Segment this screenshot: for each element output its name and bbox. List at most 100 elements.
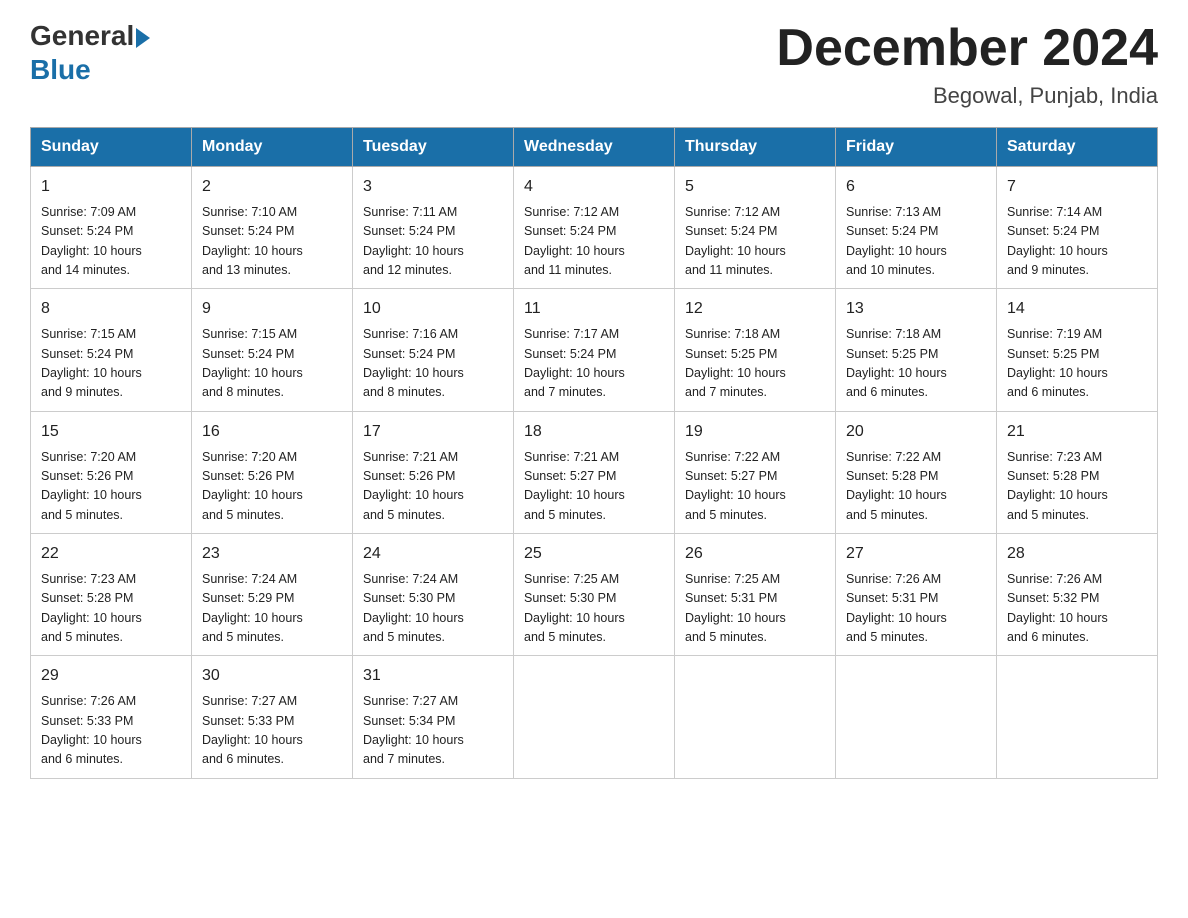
calendar-cell: 26 Sunrise: 7:25 AMSunset: 5:31 PMDayligh… <box>675 534 836 656</box>
calendar-cell: 29 Sunrise: 7:26 AMSunset: 5:33 PMDayligh… <box>31 656 192 778</box>
day-info: Sunrise: 7:17 AMSunset: 5:24 PMDaylight:… <box>524 325 664 403</box>
day-info: Sunrise: 7:24 AMSunset: 5:29 PMDaylight:… <box>202 570 342 648</box>
day-number: 6 <box>846 175 986 200</box>
calendar-cell: 7 Sunrise: 7:14 AMSunset: 5:24 PMDaylight… <box>997 167 1158 289</box>
calendar-week-row: 22 Sunrise: 7:23 AMSunset: 5:28 PMDayligh… <box>31 534 1158 656</box>
day-info: Sunrise: 7:26 AMSunset: 5:33 PMDaylight:… <box>41 692 181 770</box>
calendar-cell: 9 Sunrise: 7:15 AMSunset: 5:24 PMDaylight… <box>192 289 353 411</box>
logo: General Blue <box>30 20 152 86</box>
calendar-cell <box>836 656 997 778</box>
calendar-cell: 3Sunrise: 7:11 AMSunset: 5:24 PMDaylight… <box>353 167 514 289</box>
day-info: Sunrise: 7:23 AMSunset: 5:28 PMDaylight:… <box>41 570 181 648</box>
day-info: Sunrise: 7:09 AMSunset: 5:24 PMDaylight:… <box>41 203 181 281</box>
calendar-cell: 18 Sunrise: 7:21 AMSunset: 5:27 PMDayligh… <box>514 411 675 533</box>
day-number: 30 <box>202 664 342 689</box>
day-number: 3 <box>363 175 503 200</box>
weekday-header-friday: Friday <box>836 128 997 167</box>
calendar-cell: 20Sunrise: 7:22 AMSunset: 5:28 PMDayligh… <box>836 411 997 533</box>
day-info: Sunrise: 7:23 AMSunset: 5:28 PMDaylight:… <box>1007 448 1147 526</box>
weekday-header-sunday: Sunday <box>31 128 192 167</box>
day-number: 31 <box>363 664 503 689</box>
calendar-cell: 16Sunrise: 7:20 AMSunset: 5:26 PMDayligh… <box>192 411 353 533</box>
day-number: 25 <box>524 542 664 567</box>
day-number: 5 <box>685 175 825 200</box>
day-info: Sunrise: 7:15 AMSunset: 5:24 PMDaylight:… <box>41 325 181 403</box>
day-number: 27 <box>846 542 986 567</box>
weekday-header-wednesday: Wednesday <box>514 128 675 167</box>
calendar-week-row: 1Sunrise: 7:09 AMSunset: 5:24 PMDaylight… <box>31 167 1158 289</box>
day-info: Sunrise: 7:12 AMSunset: 5:24 PMDaylight:… <box>685 203 825 281</box>
title-area: December 2024 Begowal, Punjab, India <box>776 20 1158 109</box>
day-info: Sunrise: 7:13 AMSunset: 5:24 PMDaylight:… <box>846 203 986 281</box>
calendar-cell: 27 Sunrise: 7:26 AMSunset: 5:31 PMDayligh… <box>836 534 997 656</box>
calendar-cell: 6 Sunrise: 7:13 AMSunset: 5:24 PMDaylight… <box>836 167 997 289</box>
day-info: Sunrise: 7:18 AMSunset: 5:25 PMDaylight:… <box>685 325 825 403</box>
calendar-cell: 31 Sunrise: 7:27 AMSunset: 5:34 PMDayligh… <box>353 656 514 778</box>
day-number: 23 <box>202 542 342 567</box>
calendar-cell: 25 Sunrise: 7:25 AMSunset: 5:30 PMDayligh… <box>514 534 675 656</box>
day-number: 15 <box>41 420 181 445</box>
month-title: December 2024 <box>776 20 1158 77</box>
day-number: 7 <box>1007 175 1147 200</box>
day-info: Sunrise: 7:12 AMSunset: 5:24 PMDaylight:… <box>524 203 664 281</box>
day-info: Sunrise: 7:25 AMSunset: 5:31 PMDaylight:… <box>685 570 825 648</box>
day-info: Sunrise: 7:16 AMSunset: 5:24 PMDaylight:… <box>363 325 503 403</box>
calendar-cell <box>675 656 836 778</box>
day-number: 26 <box>685 542 825 567</box>
day-info: Sunrise: 7:22 AMSunset: 5:27 PMDaylight:… <box>685 448 825 526</box>
day-info: Sunrise: 7:26 AMSunset: 5:32 PMDaylight:… <box>1007 570 1147 648</box>
day-number: 19 <box>685 420 825 445</box>
calendar-cell: 23 Sunrise: 7:24 AMSunset: 5:29 PMDayligh… <box>192 534 353 656</box>
logo-blue-text: Blue <box>30 54 91 86</box>
day-info: Sunrise: 7:21 AMSunset: 5:26 PMDaylight:… <box>363 448 503 526</box>
calendar-week-row: 15Sunrise: 7:20 AMSunset: 5:26 PMDayligh… <box>31 411 1158 533</box>
weekday-header-thursday: Thursday <box>675 128 836 167</box>
day-number: 21 <box>1007 420 1147 445</box>
day-number: 29 <box>41 664 181 689</box>
calendar-cell: 10 Sunrise: 7:16 AMSunset: 5:24 PMDayligh… <box>353 289 514 411</box>
calendar-cell: 13 Sunrise: 7:18 AMSunset: 5:25 PMDayligh… <box>836 289 997 411</box>
day-number: 8 <box>41 297 181 322</box>
day-info: Sunrise: 7:24 AMSunset: 5:30 PMDaylight:… <box>363 570 503 648</box>
day-info: Sunrise: 7:14 AMSunset: 5:24 PMDaylight:… <box>1007 203 1147 281</box>
calendar-cell: 12Sunrise: 7:18 AMSunset: 5:25 PMDayligh… <box>675 289 836 411</box>
calendar-table: SundayMondayTuesdayWednesdayThursdayFrid… <box>30 127 1158 778</box>
location-title: Begowal, Punjab, India <box>776 83 1158 109</box>
day-number: 13 <box>846 297 986 322</box>
weekday-header-row: SundayMondayTuesdayWednesdayThursdayFrid… <box>31 128 1158 167</box>
day-number: 11 <box>524 297 664 322</box>
weekday-header-tuesday: Tuesday <box>353 128 514 167</box>
day-info: Sunrise: 7:27 AMSunset: 5:34 PMDaylight:… <box>363 692 503 770</box>
calendar-cell: 4Sunrise: 7:12 AMSunset: 5:24 PMDaylight… <box>514 167 675 289</box>
day-info: Sunrise: 7:25 AMSunset: 5:30 PMDaylight:… <box>524 570 664 648</box>
calendar-cell: 11 Sunrise: 7:17 AMSunset: 5:24 PMDayligh… <box>514 289 675 411</box>
day-info: Sunrise: 7:18 AMSunset: 5:25 PMDaylight:… <box>846 325 986 403</box>
day-number: 28 <box>1007 542 1147 567</box>
logo-general-text: General <box>30 20 134 52</box>
weekday-header-saturday: Saturday <box>997 128 1158 167</box>
logo-arrow-icon <box>136 28 150 48</box>
calendar-cell: 22 Sunrise: 7:23 AMSunset: 5:28 PMDayligh… <box>31 534 192 656</box>
day-number: 16 <box>202 420 342 445</box>
calendar-cell: 24Sunrise: 7:24 AMSunset: 5:30 PMDayligh… <box>353 534 514 656</box>
day-number: 18 <box>524 420 664 445</box>
calendar-cell: 1Sunrise: 7:09 AMSunset: 5:24 PMDaylight… <box>31 167 192 289</box>
day-number: 10 <box>363 297 503 322</box>
day-info: Sunrise: 7:26 AMSunset: 5:31 PMDaylight:… <box>846 570 986 648</box>
calendar-cell: 17Sunrise: 7:21 AMSunset: 5:26 PMDayligh… <box>353 411 514 533</box>
day-number: 9 <box>202 297 342 322</box>
calendar-cell: 28 Sunrise: 7:26 AMSunset: 5:32 PMDayligh… <box>997 534 1158 656</box>
calendar-cell: 21 Sunrise: 7:23 AMSunset: 5:28 PMDayligh… <box>997 411 1158 533</box>
day-number: 20 <box>846 420 986 445</box>
day-number: 22 <box>41 542 181 567</box>
day-info: Sunrise: 7:15 AMSunset: 5:24 PMDaylight:… <box>202 325 342 403</box>
calendar-cell: 14Sunrise: 7:19 AMSunset: 5:25 PMDayligh… <box>997 289 1158 411</box>
day-info: Sunrise: 7:19 AMSunset: 5:25 PMDaylight:… <box>1007 325 1147 403</box>
calendar-cell <box>514 656 675 778</box>
page-header: General Blue December 2024 Begowal, Punj… <box>30 20 1158 109</box>
calendar-cell: 30 Sunrise: 7:27 AMSunset: 5:33 PMDayligh… <box>192 656 353 778</box>
day-info: Sunrise: 7:21 AMSunset: 5:27 PMDaylight:… <box>524 448 664 526</box>
day-info: Sunrise: 7:27 AMSunset: 5:33 PMDaylight:… <box>202 692 342 770</box>
calendar-week-row: 29 Sunrise: 7:26 AMSunset: 5:33 PMDayligh… <box>31 656 1158 778</box>
day-number: 2 <box>202 175 342 200</box>
